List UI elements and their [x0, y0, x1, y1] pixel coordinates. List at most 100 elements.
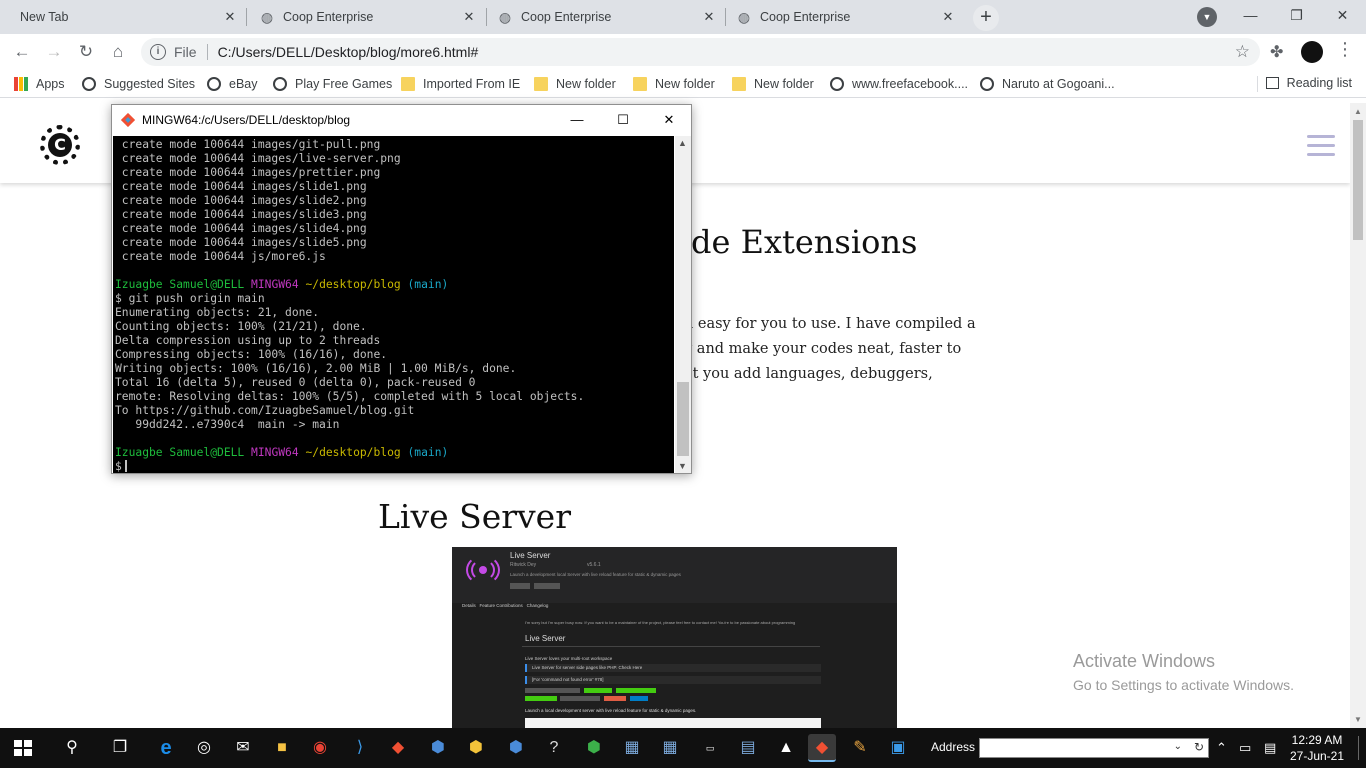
bookmark-suggested-sites[interactable]: Suggested Sites [82, 76, 195, 92]
info-icon[interactable]: i [150, 44, 166, 60]
close-icon[interactable]: ✕ [646, 105, 692, 135]
page-scrollbar[interactable]: ▲ ▼ [1350, 103, 1366, 728]
scroll-down-icon[interactable]: ▼ [1354, 715, 1362, 724]
tab-coop-enterprise[interactable]: ◍ Coop Enterprise ✕ [247, 0, 485, 34]
close-icon[interactable]: ✕ [461, 9, 477, 25]
tab-title: Coop Enterprise [283, 10, 374, 24]
task-view-icon[interactable]: ❐ [106, 734, 134, 762]
section-heading: Live Server [378, 497, 571, 536]
back-arrow-icon[interactable]: ← [10, 40, 34, 64]
home-icon[interactable]: ⌂ [106, 40, 130, 64]
address-toolbar-input[interactable]: ⌄ ↻ [979, 738, 1209, 758]
control-panel-icon[interactable]: ▣ [884, 734, 912, 762]
extension-version: v5.6.1 [587, 562, 601, 568]
article-line: et you add languages, debuggers, [684, 366, 933, 382]
cube-icon[interactable]: ⬢ [580, 734, 608, 762]
terminal-output[interactable]: create mode 100644 images/git-pull.png c… [113, 136, 674, 473]
bookmark-naruto[interactable]: Naruto at Gogoani... [980, 76, 1115, 92]
windows-taskbar: ⚲ ❐ e ◎ ✉ ■ ◉ ⟩ ◆ ⬢ ⬢ ⬢ ? ⬢ ▦ ▦ ▭ ▤ ▲ ◆ … [0, 728, 1366, 768]
bookmark-play-free-games[interactable]: Play Free Games [273, 76, 392, 92]
git-icon[interactable]: ◆ [384, 734, 412, 762]
battery-icon[interactable]: ▭ [1239, 740, 1251, 756]
terminal-line: Izuagbe Samuel@DELL MINGW64 ~/desktop/bl… [115, 446, 449, 459]
address-bar[interactable]: i File C:/Users/DELL/Desktop/blog/more6.… [141, 38, 1260, 66]
bookmark-new-folder[interactable]: New folder [633, 76, 715, 92]
extensions-puzzle-icon[interactable]: ✤ [1270, 42, 1283, 62]
help-icon[interactable]: ? [540, 734, 568, 762]
paint-icon[interactable]: ✎ [846, 734, 874, 762]
tab-coop-enterprise[interactable]: ◍ Coop Enterprise ✕ [726, 0, 964, 34]
bookmark-star-icon[interactable]: ☆ [1235, 42, 1250, 62]
avatar[interactable] [1301, 41, 1323, 63]
tab-coop-enterprise[interactable]: ◍ Coop Enterprise ✕ [487, 0, 725, 34]
python-app-icon[interactable]: ⬢ [502, 734, 530, 762]
bookmark-new-folder[interactable]: New folder [534, 76, 616, 92]
python-idle-icon[interactable]: ⬢ [462, 734, 490, 762]
reading-list-button[interactable]: Reading list [1265, 76, 1352, 90]
chevron-down-icon[interactable]: ⌄ [1174, 741, 1182, 752]
keyboard-icon[interactable]: ▤ [1264, 740, 1276, 756]
bookmarks-bar: Apps Suggested Sites eBay Play Free Game… [0, 70, 1366, 98]
scrollbar-thumb[interactable] [677, 382, 689, 456]
folder-icon [534, 77, 548, 91]
forward-arrow-icon[interactable]: → [42, 40, 66, 64]
address-url[interactable]: C:/Users/DELL/Desktop/blog/more6.html# [218, 44, 479, 60]
python-icon[interactable]: ⬢ [424, 734, 452, 762]
system-clock[interactable]: 12:29 AM 27-Jun-21 [1287, 732, 1347, 764]
bookmark-freefacebook[interactable]: www.freefacebook.... [830, 76, 968, 92]
scroll-down-icon[interactable]: ▼ [678, 461, 687, 471]
site-logo[interactable]: C [40, 125, 80, 165]
bookmark-imported-from-ie[interactable]: Imported From IE [401, 76, 520, 92]
bookmark-ebay[interactable]: eBay [207, 76, 258, 92]
show-desktop-button[interactable] [1358, 736, 1361, 760]
minimize-icon[interactable]: — [1228, 0, 1273, 30]
terminal-title-bar[interactable]: MINGW64:/c/Users/DELL/desktop/blog — ☐ ✕ [112, 105, 691, 135]
chevron-up-icon[interactable]: ⌃ [1216, 740, 1227, 756]
media-player-icon[interactable]: ◎ [190, 734, 218, 762]
close-icon[interactable]: ✕ [222, 9, 238, 25]
vscode-icon[interactable]: ⟩ [346, 734, 374, 762]
restore-icon[interactable]: ❐ [1274, 0, 1319, 30]
bookmark-new-folder[interactable]: New folder [732, 76, 814, 92]
kebab-menu-icon[interactable]: ⋮ [1336, 39, 1354, 60]
scroll-up-icon[interactable]: ▲ [678, 138, 687, 148]
minimize-icon[interactable]: — [554, 105, 600, 135]
terminal-line: 99dd242..e7390c4 main -> main [115, 418, 340, 431]
scrollbar-thumb[interactable] [1353, 120, 1363, 240]
close-icon[interactable]: ✕ [701, 9, 717, 25]
chrome-icon[interactable]: ◉ [306, 734, 334, 762]
extension-description: Launch a development local Server with l… [510, 572, 681, 577]
bookmark-apps[interactable]: Apps [14, 76, 65, 92]
tab-search-icon[interactable]: ▼ [1197, 7, 1217, 27]
network-icon[interactable]: ▦ [618, 734, 646, 762]
terminal-line: Izuagbe Samuel@DELL MINGW64 ~/desktop/bl… [115, 278, 449, 291]
mysql-icon[interactable]: ▭ [696, 734, 724, 762]
photos-icon[interactable]: ▲ [772, 734, 800, 762]
tab-new-tab[interactable]: New Tab ✕ [0, 0, 246, 34]
edge-icon[interactable]: e [152, 734, 180, 762]
new-tab-button[interactable]: + [973, 5, 999, 31]
close-icon[interactable]: ✕ [1320, 0, 1365, 30]
terminal-scrollbar[interactable]: ▲ ▼ [675, 136, 691, 473]
windows-start-icon[interactable] [14, 740, 32, 756]
search-icon[interactable]: ⚲ [58, 734, 86, 762]
folder-icon [732, 77, 746, 91]
close-icon[interactable]: ✕ [940, 9, 956, 25]
reading-list-icon [1265, 77, 1279, 89]
tab-strip: New Tab ✕ ◍ Coop Enterprise ✕ ◍ Coop Ent… [0, 0, 1366, 34]
globe-icon: ◍ [737, 8, 751, 25]
refresh-icon[interactable]: ↻ [1194, 740, 1204, 754]
sheet-icon[interactable]: ▤ [734, 734, 762, 762]
terminal-line: Delta compression using up to 2 threads [115, 334, 381, 347]
tab-title: Coop Enterprise [521, 10, 612, 24]
diagram-icon[interactable]: ▦ [656, 734, 684, 762]
mail-icon[interactable]: ✉ [229, 734, 257, 762]
file-explorer-icon[interactable]: ■ [268, 734, 296, 762]
tab-title: Coop Enterprise [760, 10, 851, 24]
hamburger-menu-icon[interactable] [1307, 135, 1335, 162]
maximize-icon[interactable]: ☐ [600, 105, 646, 135]
reload-icon[interactable]: ↻ [74, 40, 98, 64]
git-bash-taskbar-icon[interactable]: ◆ [808, 734, 836, 762]
scroll-up-icon[interactable]: ▲ [1354, 107, 1362, 116]
